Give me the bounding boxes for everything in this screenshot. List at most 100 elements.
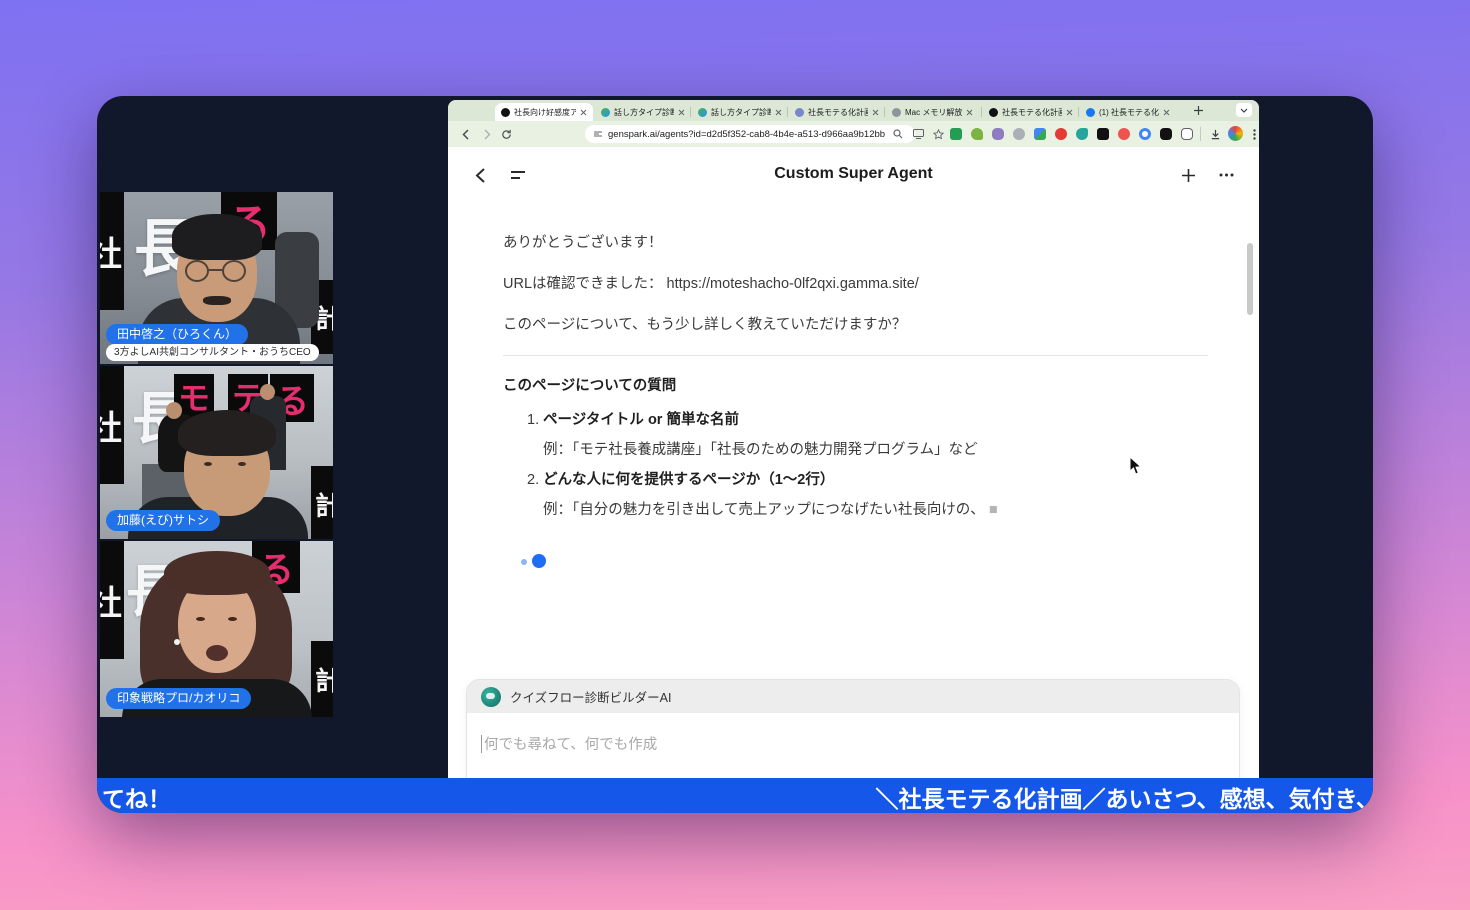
extension-icon-notion[interactable] bbox=[1097, 128, 1109, 140]
poster-char-sha: 社 bbox=[100, 192, 124, 310]
download-icon[interactable] bbox=[1205, 124, 1225, 144]
browser-tab-6[interactable]: 社長モテる化計画 bbox=[983, 103, 1079, 121]
glasses-right bbox=[222, 260, 246, 282]
agent-selector[interactable]: クイズフロー診断ビルダーAI bbox=[467, 680, 1239, 713]
extension-icon-blackslash[interactable] bbox=[1160, 128, 1172, 140]
glasses-bridge bbox=[209, 269, 222, 271]
extension-icon-translate[interactable] bbox=[1034, 128, 1046, 140]
question-example-1: 例：「モテ社長養成講座」「社長のための魅力開発プログラム」など bbox=[543, 442, 978, 458]
chat-composer: クイズフロー診断ビルダーAI 何でも尋ねて、何でも作成 bbox=[466, 679, 1240, 778]
tab-favicon bbox=[795, 107, 804, 117]
browser-menu-kebab-icon[interactable] bbox=[1244, 124, 1259, 144]
extension-icon-green[interactable] bbox=[950, 128, 962, 140]
page-header: Custom Super Agent bbox=[448, 157, 1259, 191]
tab-label: 話し方タイプ診断 bbox=[614, 107, 674, 117]
tab-close-icon[interactable] bbox=[1066, 109, 1073, 116]
more-options-icon[interactable] bbox=[1216, 165, 1236, 185]
browser-tab-3[interactable]: 話し方タイプ診断 bbox=[692, 103, 788, 121]
message-input[interactable]: 何でも尋ねて、何でも作成 bbox=[467, 713, 1239, 754]
question-number: 2. bbox=[527, 472, 540, 488]
browser-tab-5[interactable]: Mac メモリ解放 bbox=[886, 103, 982, 121]
url-text: genspark.ai/agents?id=d2d5f352-cab8-4b4e… bbox=[608, 128, 886, 140]
person-hair bbox=[172, 214, 262, 260]
person-eye bbox=[238, 462, 246, 466]
example-text: 例：「自分の魅力を引き出して売上アップにつなげたい社長向けの、 bbox=[543, 502, 985, 518]
participant-name-badge: 田中啓之（ひろくん） bbox=[106, 324, 249, 345]
back-icon[interactable] bbox=[456, 124, 476, 144]
tab-close-icon[interactable] bbox=[966, 109, 973, 116]
reload-icon[interactable] bbox=[496, 124, 516, 144]
new-tab-button[interactable] bbox=[1190, 103, 1206, 118]
stream-ticker-banner: てね！ ＼社長モテる化計画／あいさつ、感想、気付き、 bbox=[97, 778, 1373, 813]
question-example-2: 例：「自分の魅力を引き出して売上アップにつなげたい社長向けの、 ■ bbox=[543, 498, 998, 519]
page-scrollbar-thumb[interactable] bbox=[1247, 243, 1253, 315]
typing-block-cursor: ■ bbox=[984, 502, 998, 518]
tab-label: Mac メモリ解放 bbox=[905, 107, 963, 117]
tab-close-icon[interactable] bbox=[678, 109, 685, 116]
poster-char-kei: 計 bbox=[311, 466, 333, 539]
participant-subtitle-badge: 3方よしAI共創コンサルタント・おうちCEO bbox=[106, 344, 319, 361]
extension-icon-purple[interactable] bbox=[992, 128, 1004, 140]
browser-tab-strip: 社長向け好感度ア 話し方タイプ診断 話し方タイプ診断 社長モテる化計画 Mac … bbox=[448, 100, 1259, 121]
person-hair-top bbox=[164, 551, 270, 595]
tab-favicon bbox=[501, 107, 510, 117]
tab-label: 社長モテる化計画 bbox=[808, 107, 868, 117]
extension-icon-red[interactable] bbox=[1055, 128, 1067, 140]
tab-favicon bbox=[892, 107, 901, 117]
question-item-1: 1. ページタイトル or 簡単な名前 bbox=[527, 408, 739, 429]
browser-tab-7[interactable]: (1) 社長モテる化 bbox=[1080, 103, 1180, 121]
message-divider bbox=[503, 355, 1208, 356]
browser-tab-1[interactable]: 社長向け好感度ア bbox=[495, 103, 593, 121]
video-tile-participant-3: 社 長 る 計 印象戦略プロ/カオリコ bbox=[100, 541, 333, 717]
text-caret bbox=[481, 734, 482, 753]
profile-avatar[interactable] bbox=[1228, 126, 1243, 141]
poster-char-kei: 計 bbox=[311, 641, 333, 717]
question-title: ページタイトル or 簡単な名前 bbox=[543, 412, 739, 428]
tab-close-icon[interactable] bbox=[775, 109, 782, 116]
extensions-puzzle-icon[interactable] bbox=[1181, 128, 1193, 140]
person-eye bbox=[228, 617, 237, 621]
mouse-cursor bbox=[1129, 456, 1143, 476]
agent-name: クイズフロー診断ビルダーAI bbox=[510, 691, 672, 705]
question-item-2: 2. どんな人に何を提供するページか（1〜2行） bbox=[527, 468, 834, 489]
loading-dot-small bbox=[521, 559, 527, 565]
stream-window: 社 長 る 計 田中啓之（ひろくん） 3方よしAI共創コンサルタント・おうちCE… bbox=[97, 96, 1373, 813]
tab-close-icon[interactable] bbox=[580, 109, 587, 116]
tab-share-icon[interactable] bbox=[908, 124, 928, 144]
tab-search-dropdown-icon[interactable] bbox=[1236, 103, 1252, 117]
browser-toolbar: genspark.ai/agents?id=d2d5f352-cab8-4b4e… bbox=[448, 121, 1259, 147]
extension-icon-teal[interactable] bbox=[1076, 128, 1088, 140]
ticker-right-text: ＼社長モテる化計画／あいさつ、感想、気付き、 bbox=[875, 786, 1373, 812]
chat-message: ありがとうございます！ bbox=[503, 235, 663, 251]
tab-favicon-facebook bbox=[1086, 107, 1095, 117]
video-tile-participant-2: 社 長 モ テ る 計 加藤(えび)サトシ bbox=[100, 366, 333, 539]
browser-tab-2[interactable]: 話し方タイプ診断 bbox=[595, 103, 691, 121]
extension-icon-leafgreen[interactable] bbox=[971, 128, 983, 140]
participant-name-badge: 加藤(えび)サトシ bbox=[106, 510, 220, 531]
forward-icon[interactable] bbox=[476, 124, 496, 144]
new-chat-plus-icon[interactable] bbox=[1178, 165, 1198, 185]
ticker-left-text: てね！ bbox=[102, 786, 171, 812]
glasses-left bbox=[185, 260, 209, 282]
tab-label: (1) 社長モテる化 bbox=[1099, 107, 1159, 117]
poster-suit-man-head bbox=[260, 384, 275, 400]
agent-avatar-icon bbox=[481, 686, 501, 707]
earring bbox=[174, 639, 180, 645]
tab-favicon bbox=[989, 107, 998, 117]
section-heading: このページについての質問 bbox=[503, 378, 677, 394]
participant-name-badge: 印象戦略プロ/カオリコ bbox=[106, 688, 252, 709]
url-bar[interactable]: genspark.ai/agents?id=d2d5f352-cab8-4b4e… bbox=[585, 125, 915, 143]
loading-dot-large bbox=[532, 554, 546, 568]
person-eye bbox=[204, 462, 212, 466]
question-number: 1. bbox=[527, 412, 540, 428]
tab-close-icon[interactable] bbox=[872, 109, 879, 116]
extension-icon-camera[interactable] bbox=[1013, 128, 1025, 140]
search-icon[interactable] bbox=[888, 124, 908, 144]
poster-char-sha: 社 bbox=[100, 541, 124, 659]
bookmark-star-icon[interactable] bbox=[928, 124, 948, 144]
browser-tab-4[interactable]: 社長モテる化計画 bbox=[789, 103, 885, 121]
tab-close-icon[interactable] bbox=[1163, 109, 1170, 116]
extension-icon-flower[interactable] bbox=[1118, 128, 1130, 140]
person-mouth-open bbox=[206, 645, 228, 661]
extension-icon-bluering[interactable] bbox=[1139, 128, 1151, 140]
